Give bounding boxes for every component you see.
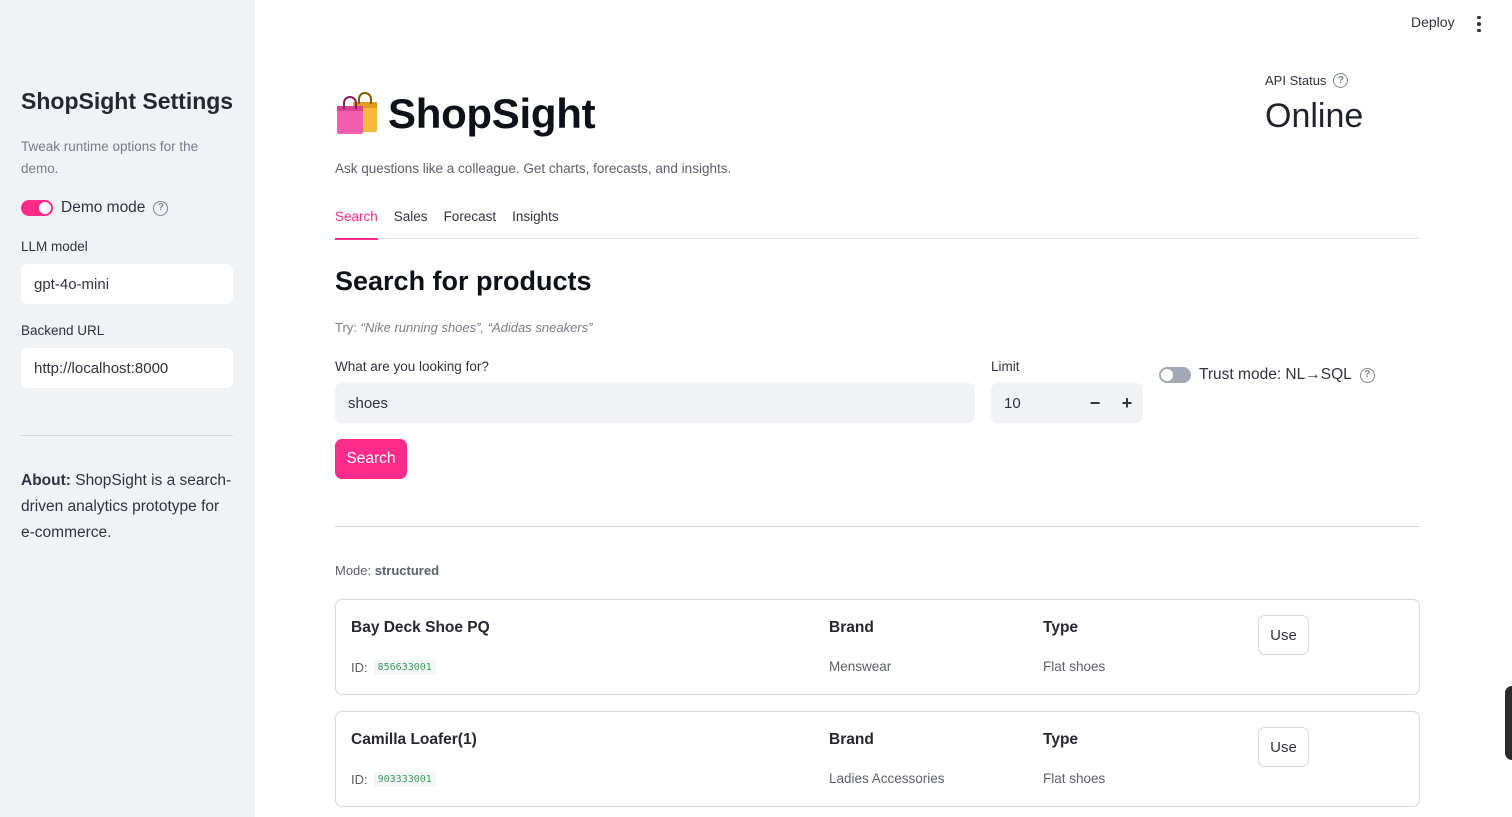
trust-mode-label: Trust mode: NL→SQL bbox=[1199, 366, 1352, 383]
product-id-label: ID: bbox=[351, 772, 368, 787]
about-text: About: ShopSight is a search-driven anal… bbox=[21, 468, 236, 546]
tab-search[interactable]: Search bbox=[335, 208, 378, 240]
switch-knob bbox=[39, 202, 51, 214]
brand-value: Ladies Accessories bbox=[829, 771, 945, 786]
use-button[interactable]: Use bbox=[1258, 727, 1309, 767]
tab-insights[interactable]: Insights bbox=[512, 208, 559, 239]
search-input[interactable]: shoes bbox=[335, 383, 975, 423]
sidebar: ShopSight Settings Tweak runtime options… bbox=[0, 0, 255, 817]
mode-value: structured bbox=[374, 563, 440, 578]
product-id: 903333001 bbox=[373, 772, 436, 787]
use-button[interactable]: Use bbox=[1258, 615, 1309, 655]
type-heading: Type bbox=[1043, 731, 1079, 748]
mode-prefix: Mode: bbox=[335, 563, 375, 578]
tab-forecast[interactable]: Forecast bbox=[444, 208, 497, 239]
page-title-row: ShopSight bbox=[335, 90, 596, 138]
about-label: About: bbox=[21, 472, 71, 489]
product-id-row: ID: 856633001 bbox=[351, 660, 436, 675]
section-title: Search for products bbox=[335, 266, 592, 296]
mode-line: Mode: structured bbox=[335, 563, 439, 578]
limit-stepper[interactable]: 10 − + bbox=[991, 383, 1143, 423]
product-id-row: ID: 903333001 bbox=[351, 772, 436, 787]
increment-button[interactable]: + bbox=[1111, 383, 1143, 423]
tab-sales[interactable]: Sales bbox=[394, 208, 428, 239]
decrement-button[interactable]: − bbox=[1079, 383, 1111, 423]
deploy-button[interactable]: Deploy bbox=[1411, 14, 1455, 30]
sidebar-title: ShopSight Settings bbox=[21, 88, 234, 114]
api-status-value: Online bbox=[1265, 97, 1364, 135]
product-id-label: ID: bbox=[351, 660, 368, 675]
product-id: 856633001 bbox=[373, 660, 436, 675]
switch-knob bbox=[1161, 369, 1173, 381]
trust-mode-toggle[interactable]: Trust mode: NL→SQL ? bbox=[1159, 365, 1375, 385]
backend-url-input[interactable]: http://localhost:8000 bbox=[21, 348, 233, 388]
brand-value: Menswear bbox=[829, 659, 892, 674]
demo-mode-label: Demo mode bbox=[61, 199, 146, 216]
help-icon[interactable]: ? bbox=[1333, 73, 1349, 88]
type-heading: Type bbox=[1043, 619, 1079, 636]
brand-heading: Brand bbox=[829, 619, 874, 636]
scrollbar-handle[interactable] bbox=[1505, 686, 1512, 760]
api-status-label: API Status bbox=[1265, 73, 1327, 88]
search-button[interactable]: Search bbox=[335, 439, 407, 479]
sidebar-caption: Tweak runtime options for the demo. bbox=[21, 139, 199, 176]
try-examples: “Nike running shoes”, “Adidas sneakers” bbox=[360, 320, 593, 335]
try-prefix: Try: bbox=[335, 320, 361, 335]
help-icon[interactable]: ? bbox=[1359, 367, 1375, 383]
result-card: Camilla Loafer(1) ID: 903333001 Brand La… bbox=[335, 711, 1420, 807]
query-label: What are you looking for? bbox=[335, 359, 489, 374]
app-subtitle: Ask questions like a colleague. Get char… bbox=[335, 161, 732, 176]
limit-label: Limit bbox=[991, 359, 1020, 374]
product-name: Bay Deck Shoe PQ bbox=[351, 619, 490, 636]
api-status-label-row: API Status ? bbox=[1265, 73, 1349, 88]
type-value: Flat shoes bbox=[1043, 659, 1106, 674]
demo-mode-switch[interactable] bbox=[21, 200, 53, 216]
shopping-bags-icon bbox=[337, 92, 377, 134]
llm-model-input[interactable]: gpt-4o-mini bbox=[21, 264, 233, 304]
brand-heading: Brand bbox=[829, 731, 874, 748]
results-divider bbox=[335, 526, 1420, 527]
limit-value[interactable]: 10 bbox=[991, 395, 1079, 412]
app-title: ShopSight bbox=[388, 90, 596, 137]
try-hint: Try: “Nike running shoes”, “Adidas sneak… bbox=[335, 320, 592, 335]
backend-url-label: Backend URL bbox=[21, 323, 105, 338]
product-name: Camilla Loafer(1) bbox=[351, 731, 477, 748]
demo-mode-toggle[interactable]: Demo mode ? bbox=[21, 197, 169, 219]
llm-model-label: LLM model bbox=[21, 239, 88, 254]
help-icon[interactable]: ? bbox=[153, 200, 169, 216]
trust-mode-switch[interactable] bbox=[1159, 367, 1191, 383]
tab-bar: Search Sales Forecast Insights bbox=[335, 208, 1420, 240]
sidebar-divider bbox=[21, 435, 233, 436]
type-value: Flat shoes bbox=[1043, 771, 1106, 786]
kebab-menu-icon[interactable] bbox=[1472, 14, 1486, 34]
result-card: Bay Deck Shoe PQ ID: 856633001 Brand Men… bbox=[335, 599, 1420, 695]
